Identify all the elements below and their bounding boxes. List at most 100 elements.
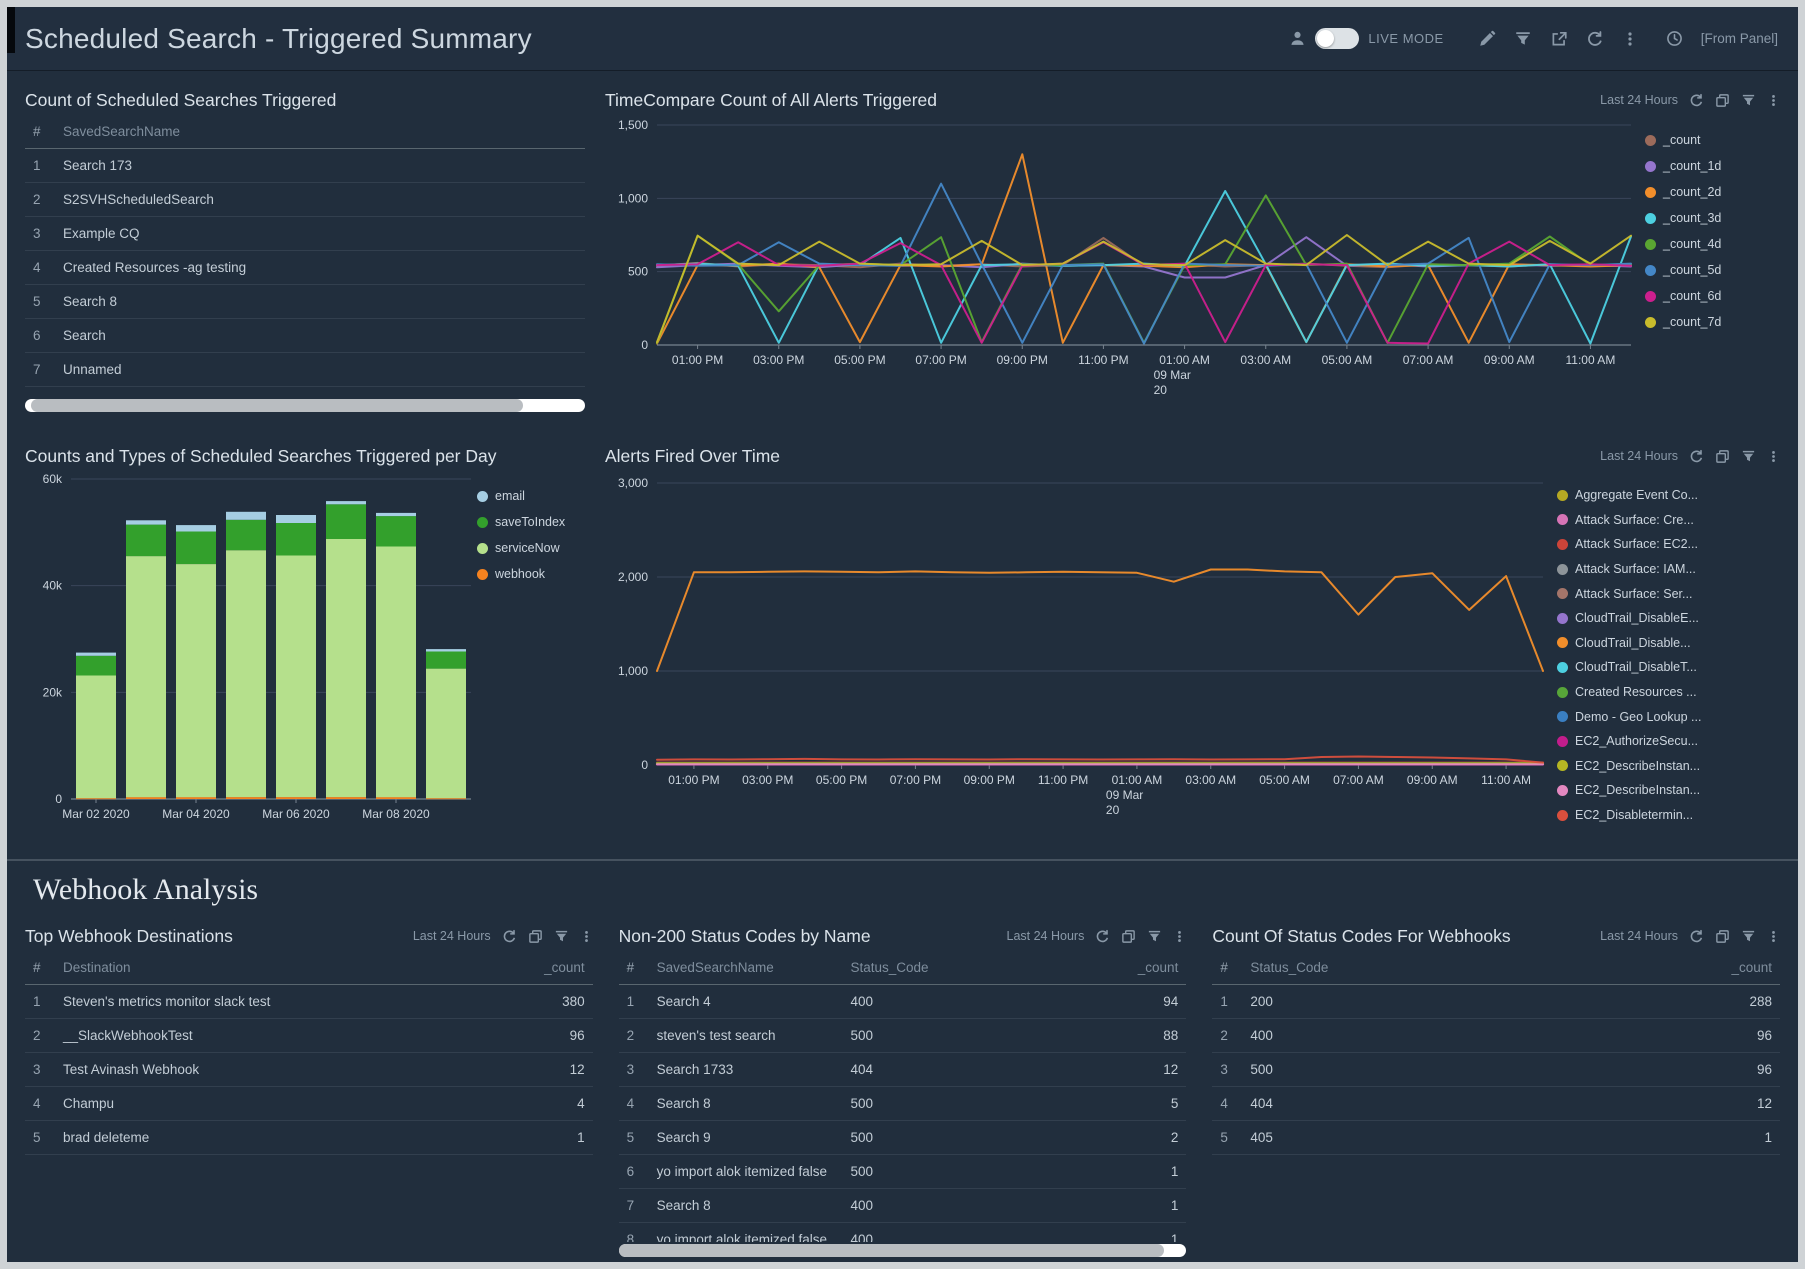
per-day-bar-chart[interactable]: 020k40k60kMar 02 2020Mar 04 2020Mar 06 2… xyxy=(25,471,477,831)
clock-icon[interactable] xyxy=(1666,30,1683,47)
table-row[interactable]: 4Search 85005 xyxy=(619,1087,1187,1121)
legend-item[interactable]: EC2_Disabletermin... xyxy=(1557,803,1701,828)
table-row[interactable]: 240096 xyxy=(1212,1019,1780,1053)
share-export-icon[interactable] xyxy=(1550,30,1568,48)
table-row[interactable]: 8yo import alok itemized false4001 xyxy=(619,1223,1187,1243)
table-row[interactable]: 5brad deleteme1 xyxy=(25,1121,593,1155)
legend-item[interactable]: saveToIndex xyxy=(477,509,565,535)
filter-icon[interactable] xyxy=(1741,929,1756,944)
refresh-icon[interactable] xyxy=(502,929,517,944)
filter-icon[interactable] xyxy=(554,929,569,944)
column-header[interactable]: SavedSearchName xyxy=(55,115,585,149)
time-range-label[interactable]: Last 24 Hours xyxy=(1007,929,1085,943)
kebab-menu-icon[interactable] xyxy=(1173,929,1186,944)
copy-icon[interactable] xyxy=(1121,929,1136,944)
legend-item[interactable]: _count_7d xyxy=(1645,309,1721,335)
table-row[interactable]: 4Created Resources -ag testing xyxy=(25,251,585,285)
table-row[interactable]: 2steven's test search50088 xyxy=(619,1019,1187,1053)
horizontal-scrollbar[interactable] xyxy=(25,399,585,412)
column-header[interactable]: Status_Code xyxy=(1242,951,1511,985)
filter-icon[interactable] xyxy=(1741,93,1756,108)
legend-item[interactable]: webhook xyxy=(477,561,565,587)
copy-icon[interactable] xyxy=(1715,929,1730,944)
kebab-menu-icon[interactable] xyxy=(1767,929,1780,944)
legend-item[interactable]: CloudTrail_DisableT... xyxy=(1557,655,1701,680)
legend-item[interactable]: serviceNow xyxy=(477,535,565,561)
time-range-label[interactable]: Last 24 Hours xyxy=(1600,449,1678,463)
table-row[interactable]: 1Search 173 xyxy=(25,149,585,183)
table-row[interactable]: 5Search 95002 xyxy=(619,1121,1187,1155)
table-row[interactable]: 3Search 173340412 xyxy=(619,1053,1187,1087)
legend-item[interactable]: Attack Surface: Cre... xyxy=(1557,508,1701,533)
copy-icon[interactable] xyxy=(1715,449,1730,464)
legend-item[interactable]: EC2_AuthorizeSecu... xyxy=(1557,729,1701,754)
refresh-icon[interactable] xyxy=(1689,93,1704,108)
table-row[interactable]: 2__SlackWebhookTest96 xyxy=(25,1019,593,1053)
legend-item[interactable]: CloudTrail_DisableE... xyxy=(1557,606,1701,631)
table-row[interactable]: 1200288 xyxy=(1212,985,1780,1019)
column-header[interactable]: _count xyxy=(1511,951,1780,985)
legend-item[interactable]: _count_2d xyxy=(1645,179,1721,205)
live-mode-toggle[interactable] xyxy=(1315,28,1359,49)
column-header[interactable]: _count xyxy=(992,951,1186,985)
table-row[interactable]: 3Test Avinash Webhook12 xyxy=(25,1053,593,1087)
table-row[interactable]: 6Search xyxy=(25,319,585,353)
legend-item[interactable]: Created Resources ... xyxy=(1557,680,1701,705)
time-range-label[interactable]: Last 24 Hours xyxy=(413,929,491,943)
column-header[interactable]: # xyxy=(25,115,55,149)
filter-icon[interactable] xyxy=(1514,30,1532,48)
table-row[interactable]: 6yo import alok itemized false5001 xyxy=(619,1155,1187,1189)
table-row[interactable]: 54051 xyxy=(1212,1121,1780,1155)
alerts-line-chart[interactable]: 01,0002,0003,00001:00 PM03:00 PM05:00 PM… xyxy=(605,471,1557,823)
table-row[interactable]: 1Steven's metrics monitor slack test380 xyxy=(25,985,593,1019)
column-header[interactable]: _count xyxy=(324,951,593,985)
legend-item[interactable]: _count_1d xyxy=(1645,153,1721,179)
copy-icon[interactable] xyxy=(528,929,543,944)
table-row[interactable]: 4Champu4 xyxy=(25,1087,593,1121)
legend-item[interactable]: Aggregate Event Co... xyxy=(1557,483,1701,508)
kebab-menu-icon[interactable] xyxy=(580,929,593,944)
time-range-label[interactable]: Last 24 Hours xyxy=(1600,93,1678,107)
legend-item[interactable]: email xyxy=(477,483,565,509)
legend-item[interactable]: _count_5d xyxy=(1645,257,1721,283)
refresh-icon[interactable] xyxy=(1095,929,1110,944)
table-row[interactable]: 350096 xyxy=(1212,1053,1780,1087)
scrollbar-thumb[interactable] xyxy=(619,1244,1164,1257)
filter-icon[interactable] xyxy=(1741,449,1756,464)
time-range-label[interactable]: Last 24 Hours xyxy=(1600,929,1678,943)
refresh-icon[interactable] xyxy=(1689,929,1704,944)
edit-pencil-icon[interactable] xyxy=(1478,30,1496,48)
timecompare-line-chart[interactable]: 05001,0001,50001:00 PM03:00 PM05:00 PM07… xyxy=(605,115,1645,403)
legend-item[interactable]: Attack Surface: EC2... xyxy=(1557,532,1701,557)
column-header[interactable]: SavedSearchName xyxy=(649,951,843,985)
column-header[interactable]: Status_Code xyxy=(842,951,992,985)
table-row[interactable]: 440412 xyxy=(1212,1087,1780,1121)
legend-item[interactable]: CloudTrail_Disable... xyxy=(1557,631,1701,656)
scrollbar-thumb[interactable] xyxy=(31,399,524,412)
legend-item[interactable]: _count_4d xyxy=(1645,231,1721,257)
column-header[interactable]: # xyxy=(1212,951,1242,985)
legend-item[interactable]: EC2_DescribeInstan... xyxy=(1557,778,1701,803)
column-header[interactable]: # xyxy=(25,951,55,985)
table-row[interactable]: 5Search 8 xyxy=(25,285,585,319)
table-row[interactable]: 7Search 84001 xyxy=(619,1189,1187,1223)
kebab-menu-icon[interactable] xyxy=(1622,30,1638,48)
column-header[interactable]: # xyxy=(619,951,649,985)
table-row[interactable]: 2S2SVHScheduledSearch xyxy=(25,183,585,217)
legend-item[interactable]: _count xyxy=(1645,127,1721,153)
table-row[interactable]: 1Search 440094 xyxy=(619,985,1187,1019)
legend-item[interactable]: Attack Surface: IAM... xyxy=(1557,557,1701,582)
refresh-icon[interactable] xyxy=(1689,449,1704,464)
table-row[interactable]: 7Unnamed xyxy=(25,353,585,387)
table-row[interactable]: 3Example CQ xyxy=(25,217,585,251)
column-header[interactable]: Destination xyxy=(55,951,324,985)
legend-item[interactable]: Demo - Geo Lookup ... xyxy=(1557,704,1701,729)
horizontal-scrollbar[interactable] xyxy=(619,1244,1187,1257)
kebab-menu-icon[interactable] xyxy=(1767,449,1780,464)
legend-item[interactable]: EC2_DescribeInstan... xyxy=(1557,754,1701,779)
filter-icon[interactable] xyxy=(1147,929,1162,944)
refresh-icon[interactable] xyxy=(1586,30,1604,48)
copy-icon[interactable] xyxy=(1715,93,1730,108)
kebab-menu-icon[interactable] xyxy=(1767,93,1780,108)
legend-item[interactable]: Attack Surface: Ser... xyxy=(1557,581,1701,606)
